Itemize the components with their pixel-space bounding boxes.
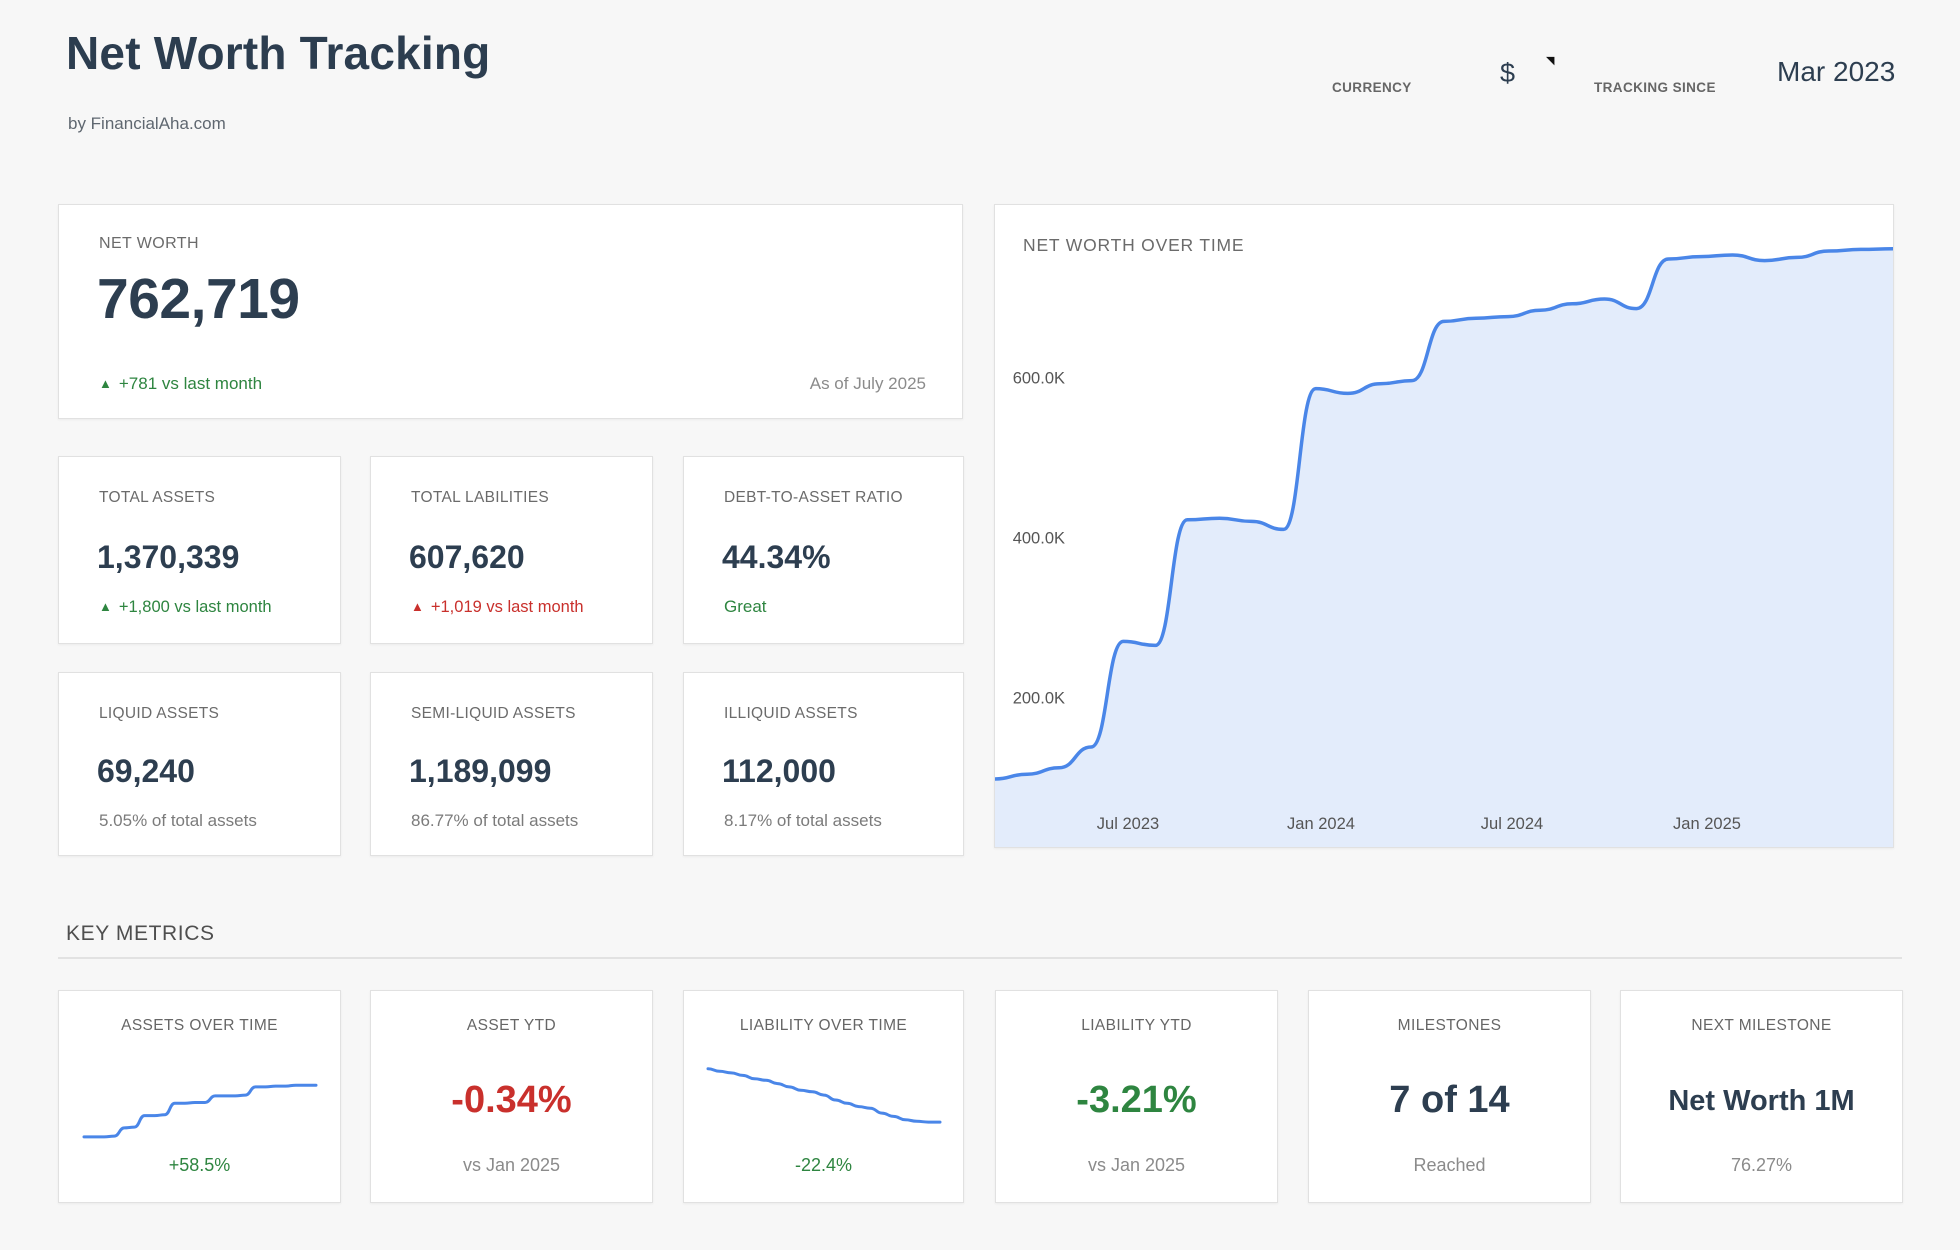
illiquid-assets-note: 8.17% of total assets	[724, 811, 882, 831]
liability-over-time-card: LIABILITY OVER TIME -22.4%	[683, 990, 964, 1203]
debt-to-asset-label: DEBT-TO-ASSET RATIO	[724, 489, 903, 507]
liability-ytd-caption: vs Jan 2025	[996, 1155, 1277, 1176]
cell-note-corner-icon: ◥	[1546, 56, 1554, 67]
semi-liquid-assets-label: SEMI-LIQUID ASSETS	[411, 705, 576, 723]
liability-ytd-card: LIABILITY YTD -3.21% vs Jan 2025	[995, 990, 1278, 1203]
liability-ytd-value: -3.21%	[996, 1081, 1277, 1119]
asset-ytd-caption: vs Jan 2025	[371, 1155, 652, 1176]
net-worth-over-time-panel: NET WORTH OVER TIME 200.0K 400.0K 600.0K…	[994, 204, 1894, 848]
net-worth-delta-text: +781 vs last month	[119, 374, 262, 393]
liquid-assets-card: LIQUID ASSETS 69,240 5.05% of total asse…	[58, 672, 341, 856]
y-axis-tick-200k: 200.0K	[1007, 690, 1065, 709]
semi-liquid-assets-value: 1,189,099	[409, 755, 551, 787]
liquid-assets-value: 69,240	[97, 755, 195, 787]
illiquid-assets-card: ILLIQUID ASSETS 112,000 8.17% of total a…	[683, 672, 964, 856]
next-milestone-value: Net Worth 1M	[1621, 1087, 1902, 1116]
tracking-since-label: TRACKING SINCE	[1594, 80, 1716, 95]
milestones-title: MILESTONES	[1309, 1017, 1590, 1035]
debt-to-asset-note: Great	[724, 597, 767, 617]
debt-to-asset-card: DEBT-TO-ASSET RATIO 44.34% Great	[683, 456, 964, 644]
page-subtitle: by FinancialAha.com	[68, 114, 226, 134]
x-axis-tick-jan-2024: Jan 2024	[1287, 815, 1355, 834]
net-worth-delta: ▲ +781 vs last month	[99, 374, 262, 394]
liability-over-time-title: LIABILITY OVER TIME	[684, 1017, 963, 1035]
debt-to-asset-value: 44.34%	[722, 541, 831, 573]
y-axis-tick-600k: 600.0K	[1007, 370, 1065, 389]
total-assets-card: TOTAL ASSETS 1,370,339 ▲ +1,800 vs last m…	[58, 456, 341, 644]
total-assets-value: 1,370,339	[97, 541, 239, 573]
total-assets-delta: ▲ +1,800 vs last month	[99, 598, 272, 617]
next-milestone-title: NEXT MILESTONE	[1621, 1017, 1902, 1035]
semi-liquid-assets-note: 86.77% of total assets	[411, 811, 578, 831]
total-liabilities-label: TOTAL LABILITIES	[411, 489, 549, 507]
next-milestone-card: NEXT MILESTONE Net Worth 1M 76.27%	[1620, 990, 1903, 1203]
currency-value[interactable]: $	[1500, 58, 1515, 88]
total-liabilities-delta-text: +1,019 vs last month	[431, 598, 584, 616]
milestones-card: MILESTONES 7 of 14 Reached	[1308, 990, 1591, 1203]
assets-sparkline-chart	[80, 1051, 320, 1146]
assets-over-time-card: ASSETS OVER TIME +58.5%	[58, 990, 341, 1203]
net-worth-value: 762,719	[97, 271, 300, 328]
assets-over-time-title: ASSETS OVER TIME	[59, 1017, 340, 1035]
net-worth-as-of: As of July 2025	[810, 374, 926, 394]
tracking-since-value: Mar 2023	[1777, 56, 1895, 88]
net-worth-area-chart[interactable]	[995, 205, 1893, 847]
asset-ytd-value: -0.34%	[371, 1081, 652, 1119]
x-axis-tick-jul-2024: Jul 2024	[1481, 815, 1543, 834]
x-axis-tick-jan-2025: Jan 2025	[1673, 815, 1741, 834]
asset-ytd-title: ASSET YTD	[371, 1017, 652, 1035]
semi-liquid-assets-card: SEMI-LIQUID ASSETS 1,189,099 86.77% of t…	[370, 672, 653, 856]
liability-sparkline-chart	[704, 1051, 944, 1146]
milestones-caption: Reached	[1309, 1155, 1590, 1176]
milestones-value: 7 of 14	[1309, 1081, 1590, 1119]
up-triangle-icon: ▲	[99, 376, 112, 391]
assets-over-time-caption: +58.5%	[59, 1155, 340, 1176]
asset-ytd-card: ASSET YTD -0.34% vs Jan 2025	[370, 990, 653, 1203]
next-milestone-caption: 76.27%	[1621, 1155, 1902, 1176]
up-triangle-icon: ▲	[411, 599, 424, 614]
currency-cell[interactable]: $ ◥	[1500, 58, 1515, 89]
illiquid-assets-value: 112,000	[722, 755, 836, 787]
y-axis-tick-400k: 400.0K	[1007, 530, 1065, 549]
page-title: Net Worth Tracking	[66, 26, 490, 80]
section-divider	[58, 957, 1902, 959]
x-axis-tick-jul-2023: Jul 2023	[1097, 815, 1159, 834]
total-liabilities-card: TOTAL LABILITIES 607,620 ▲ +1,019 vs last…	[370, 456, 653, 644]
chart-title: NET WORTH OVER TIME	[1023, 235, 1244, 256]
total-liabilities-value: 607,620	[409, 541, 525, 573]
currency-label: CURRENCY	[1332, 80, 1412, 95]
up-triangle-icon: ▲	[99, 599, 112, 614]
key-metrics-heading: KEY METRICS	[66, 922, 215, 946]
net-worth-card: NET WORTH 762,719 ▲ +781 vs last month As…	[58, 204, 963, 419]
liquid-assets-note: 5.05% of total assets	[99, 811, 257, 831]
liability-over-time-caption: -22.4%	[684, 1155, 963, 1176]
total-assets-label: TOTAL ASSETS	[99, 489, 215, 507]
total-liabilities-delta: ▲ +1,019 vs last month	[411, 598, 584, 617]
liability-ytd-title: LIABILITY YTD	[996, 1017, 1277, 1035]
net-worth-label: NET WORTH	[99, 235, 199, 253]
liquid-assets-label: LIQUID ASSETS	[99, 705, 219, 723]
illiquid-assets-label: ILLIQUID ASSETS	[724, 705, 858, 723]
total-assets-delta-text: +1,800 vs last month	[119, 598, 272, 616]
